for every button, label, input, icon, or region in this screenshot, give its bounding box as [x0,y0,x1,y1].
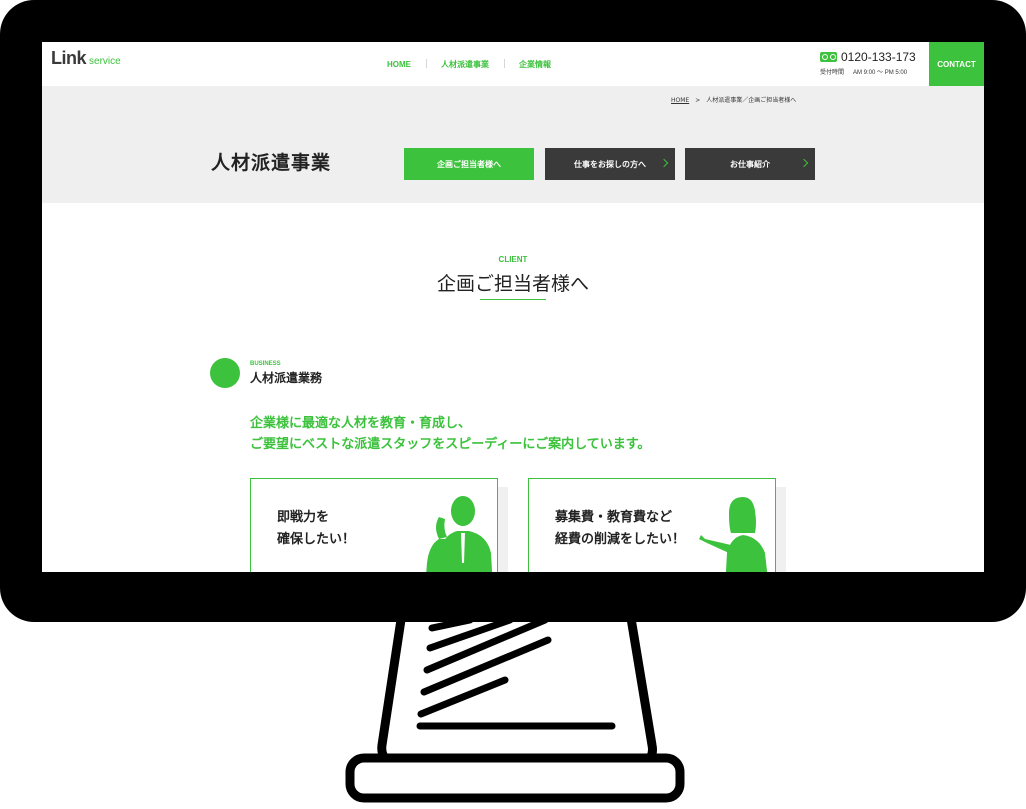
tab-job-intro-label: お仕事紹介 [730,159,770,169]
phone-block: 0120-133-173 受付時間 AM 9:00 〜 PM 5:00 [820,50,930,76]
card-line-1: 募集費・教育費など [555,510,673,525]
phone-number[interactable]: 0120-133-173 [841,50,916,64]
business-dot-icon [210,358,240,388]
section-underline [480,299,546,300]
benefit-card: 即戦力を 確保したい！ [250,478,498,572]
logo-main-text: Link [51,48,87,68]
businessman-silhouette-icon [426,496,493,572]
lead-line-1: 企業様に最適な人材を教育・育成し、 [250,416,472,431]
hours-value: AM 9:00 〜 PM 5:00 [853,70,908,76]
chevron-right-icon [799,158,809,168]
tab-job-seekers[interactable]: 仕事をお探しの方へ [545,148,675,180]
nav-staffing[interactable]: 人材派遣事業 [426,58,504,70]
tab-client-label: 企画ご担当者様へ [437,159,501,169]
logo-sub-text: service [89,56,121,67]
card-line-2: 経費の削減をしたい！ [555,532,686,547]
businesswoman-silhouette-icon [699,497,768,572]
contact-button[interactable]: CONTACT [929,42,984,86]
page-hero: HOME > 人材派遣事業／企画ご担当者様へ 人材派遣事業 企画ご担当者様へ 仕事を… [42,86,984,203]
section-label-en: CLIENT [498,255,528,264]
business-title: 人材派遣業務 [250,371,323,385]
business-lead: 企業様に最適な人材を教育・育成し、 ご要望にベストな派遣スタッフをスピーディーに… [250,413,650,455]
chevron-right-icon [659,158,669,168]
page-title: 人材派遣事業 [211,152,332,174]
benefit-card-text: 即戦力を 確保したい！ [277,507,355,551]
business-label-en: BUSINESS [250,361,281,367]
site-header: Link service HOME 人材派遣事業 企業情報 0120-133-1… [42,42,984,86]
breadcrumb-separator: > [695,97,701,104]
breadcrumb-current: 人材派遣事業／企画ご担当者様へ [706,97,797,104]
benefit-card: 募集費・教育費など 経費の削減をしたい！ [528,478,776,572]
business-hours: 受付時間 AM 9:00 〜 PM 5:00 [820,67,930,76]
tab-job-seekers-label: 仕事をお探しの方へ [574,159,646,169]
global-nav: HOME 人材派遣事業 企業情報 [372,42,566,86]
monitor-bezel: Link service HOME 人材派遣事業 企業情報 0120-133-1… [0,0,1026,622]
benefit-card-text: 募集費・教育費など 経費の削減をしたい！ [555,507,685,551]
hours-label: 受付時間 [820,70,845,76]
card-line-1: 即戦力を [277,510,330,525]
breadcrumb-home[interactable]: HOME [671,97,689,104]
tab-client[interactable]: 企画ご担当者様へ [404,148,534,180]
breadcrumb: HOME > 人材派遣事業／企画ご担当者様へ [671,95,796,104]
section-title: 企画ご担当者様へ [436,273,589,295]
tab-job-intro[interactable]: お仕事紹介 [685,148,815,180]
nav-home[interactable]: HOME [372,60,426,69]
screen: Link service HOME 人材派遣事業 企業情報 0120-133-1… [42,42,984,572]
freedial-icon [820,52,837,62]
card-line-2: 確保したい！ [277,532,356,547]
lead-line-2: ご要望にベストな派遣スタッフをスピーディーにご案内しています。 [250,437,651,452]
nav-company[interactable]: 企業情報 [504,58,566,70]
site-logo[interactable]: Link service [51,48,121,80]
